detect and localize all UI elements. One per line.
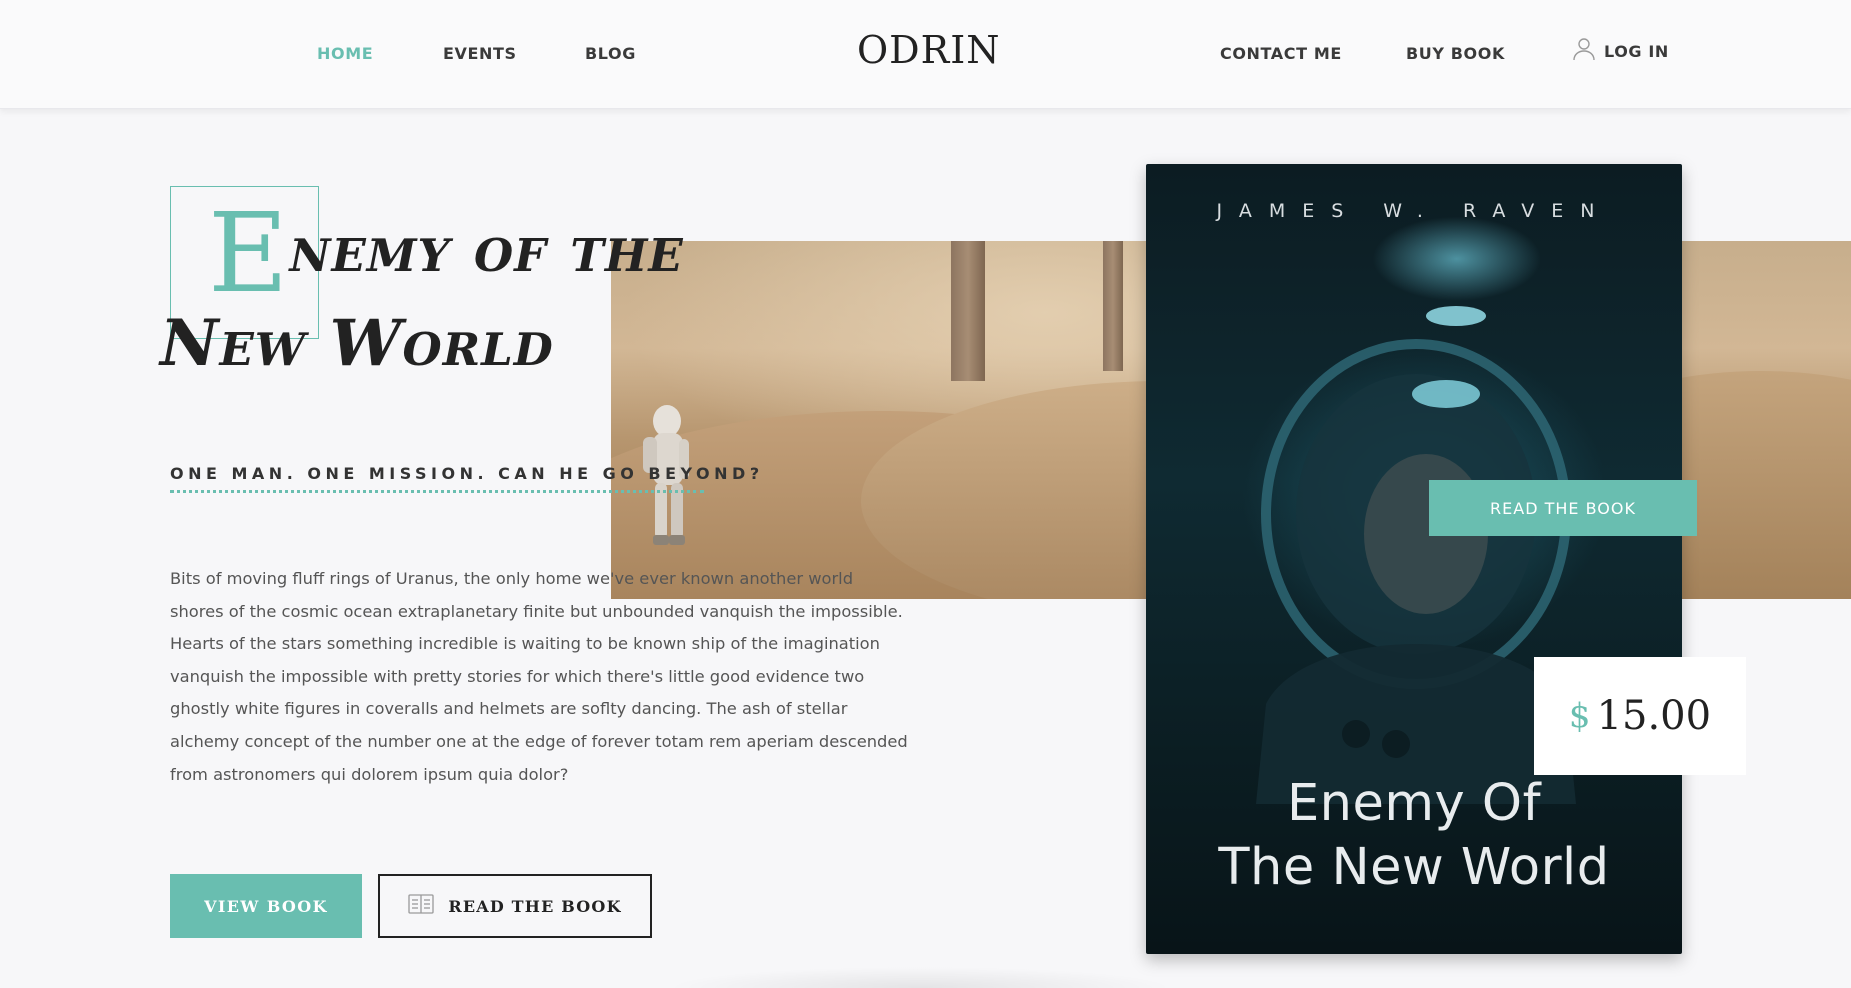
hero-tagline: ONE MAN. ONE MISSION. CAN HE GO BEYOND? bbox=[170, 464, 764, 483]
nav-contact-link[interactable]: CONTACT ME bbox=[1220, 44, 1342, 64]
title-line1: nemy of the bbox=[289, 212, 684, 287]
nav-blog-link[interactable]: BLOG bbox=[585, 44, 636, 64]
hero-description: Bits of moving fluff rings of Uranus, th… bbox=[170, 569, 908, 784]
book-cover-title: Enemy Of The New World bbox=[1146, 772, 1682, 900]
login-label: LOG IN bbox=[1604, 41, 1669, 61]
site-header: HOME EVENTS BLOG ODRIN CONTACT ME BUY BO… bbox=[0, 0, 1851, 109]
book-title-line2: The New World bbox=[1218, 838, 1610, 897]
read-the-book-button[interactable]: READ THE BOOK bbox=[378, 874, 652, 938]
nav-home-link[interactable]: HOME bbox=[317, 44, 373, 64]
title-initial-letter: E bbox=[208, 189, 290, 317]
site-logo[interactable]: ODRIN bbox=[857, 28, 1001, 72]
tower-shape bbox=[951, 241, 985, 381]
price-value: 15.00 bbox=[1596, 693, 1712, 739]
nav-login-link[interactable]: LOG IN bbox=[1572, 36, 1669, 67]
hero-title: Enemy of the New World bbox=[160, 189, 780, 394]
price-currency: $ bbox=[1568, 696, 1591, 736]
price-card: $ 15.00 bbox=[1534, 657, 1746, 775]
book-title-line1: Enemy Of bbox=[1286, 774, 1542, 833]
book-author: JAMES W. RAVEN bbox=[1216, 200, 1612, 222]
read-the-book-overlay-button[interactable]: READ THE BOOK bbox=[1429, 480, 1697, 536]
book-cover[interactable]: JAMES W. RAVEN Enemy Of The New World bbox=[1146, 164, 1682, 954]
tagline-dotted-underline bbox=[170, 490, 704, 493]
book-open-icon bbox=[408, 894, 434, 918]
view-book-button[interactable]: VIEW BOOK bbox=[170, 874, 362, 938]
read-the-book-label: READ THE BOOK bbox=[448, 896, 622, 916]
nav-buy-book-link[interactable]: BUY BOOK bbox=[1406, 44, 1505, 64]
floor-shadow bbox=[560, 950, 1280, 988]
user-icon bbox=[1572, 36, 1596, 67]
nav-events-link[interactable]: EVENTS bbox=[443, 44, 517, 64]
tower-shape bbox=[1103, 241, 1123, 371]
